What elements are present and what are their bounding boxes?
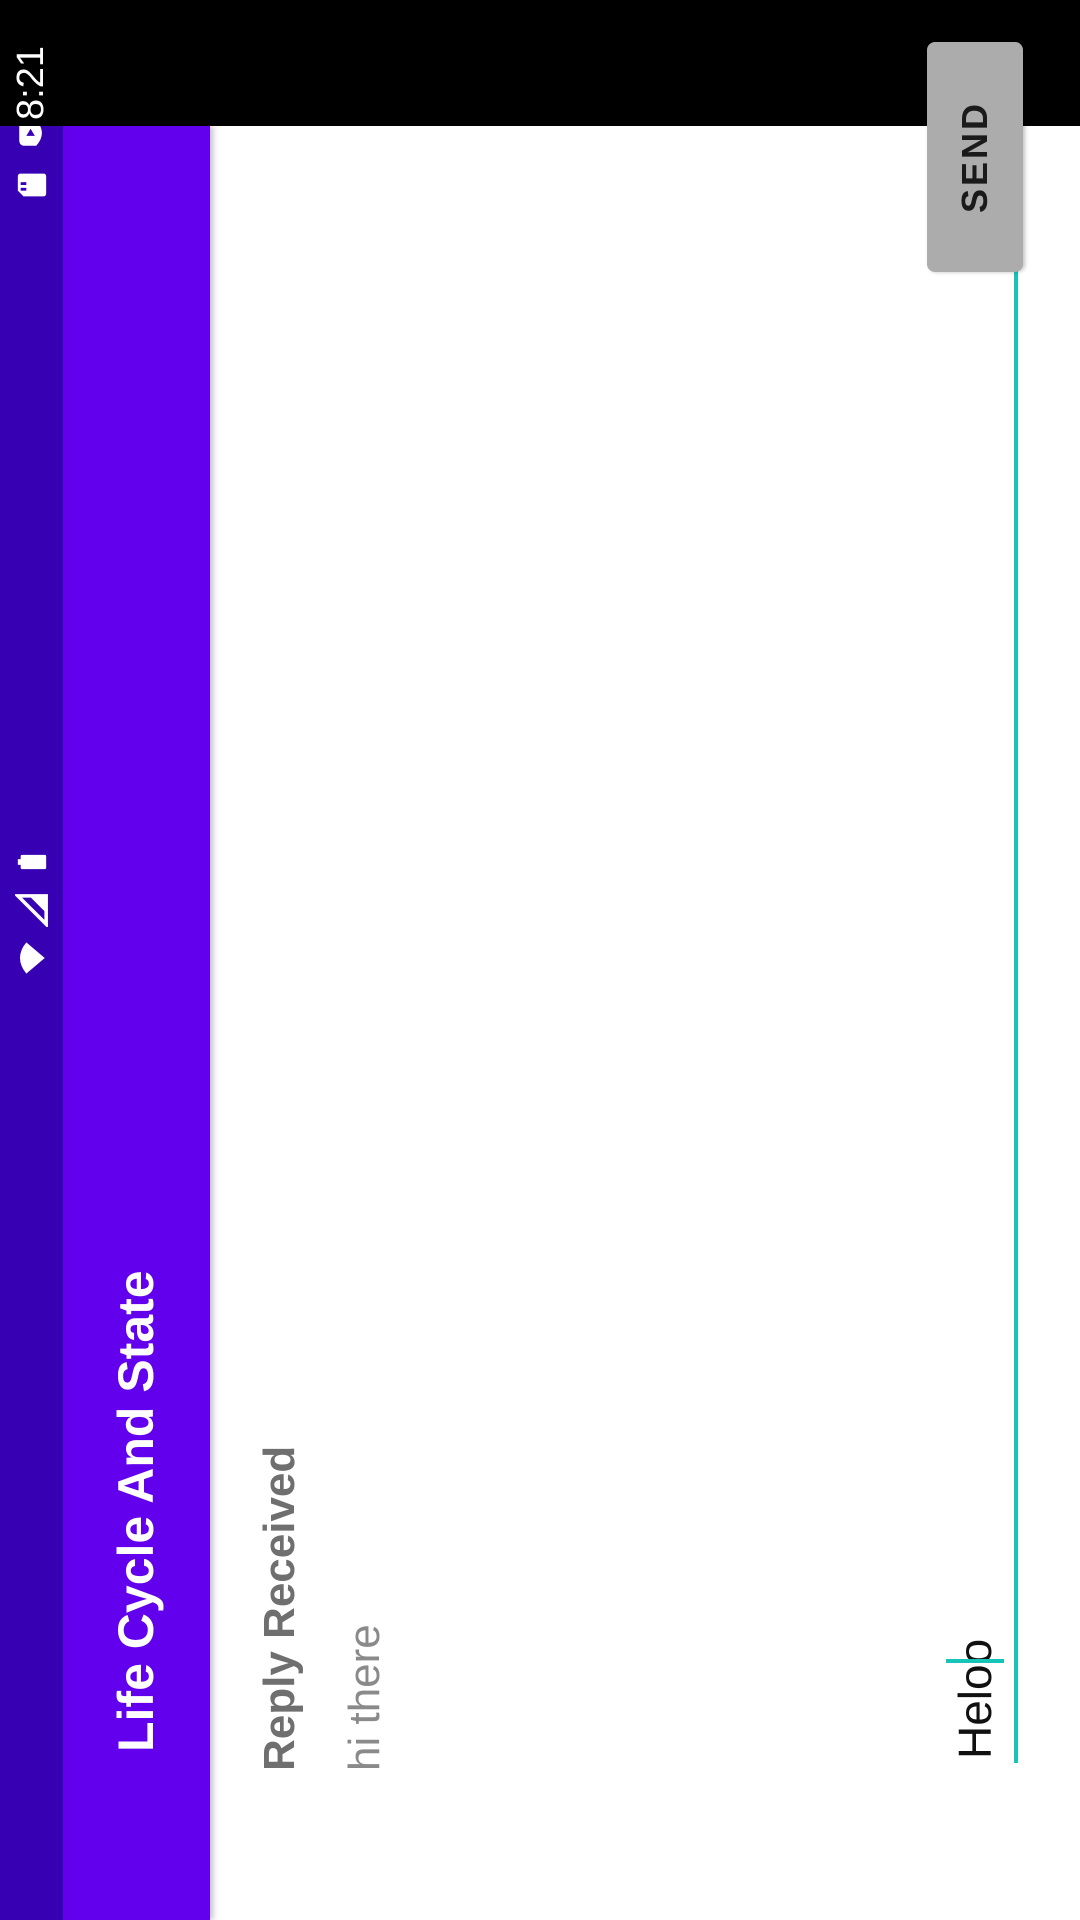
- send-button[interactable]: SEND: [927, 42, 1023, 272]
- input-underline: [1014, 223, 1018, 1763]
- app-screen: 8:21 Life Cycle And State Reply Received…: [0, 0, 1080, 1920]
- reply-header: Reply Received: [255, 1445, 304, 1771]
- page-title: Life Cycle And State: [108, 1270, 164, 1752]
- status-icons-right: [0, 845, 63, 975]
- wifi-icon: [15, 941, 49, 975]
- navigation-bar: [0, 0, 1080, 126]
- message-input[interactable]: [940, 223, 1010, 1763]
- reply-text: hi there: [340, 1624, 389, 1771]
- signal-icon: [14, 893, 49, 927]
- status-time: 8:21: [10, 46, 52, 120]
- battery-icon: [15, 845, 49, 879]
- sd-card-icon: [15, 168, 49, 202]
- status-bar: [0, 126, 63, 1920]
- message-field[interactable]: [940, 223, 1020, 1763]
- text-cursor: [946, 1659, 1004, 1663]
